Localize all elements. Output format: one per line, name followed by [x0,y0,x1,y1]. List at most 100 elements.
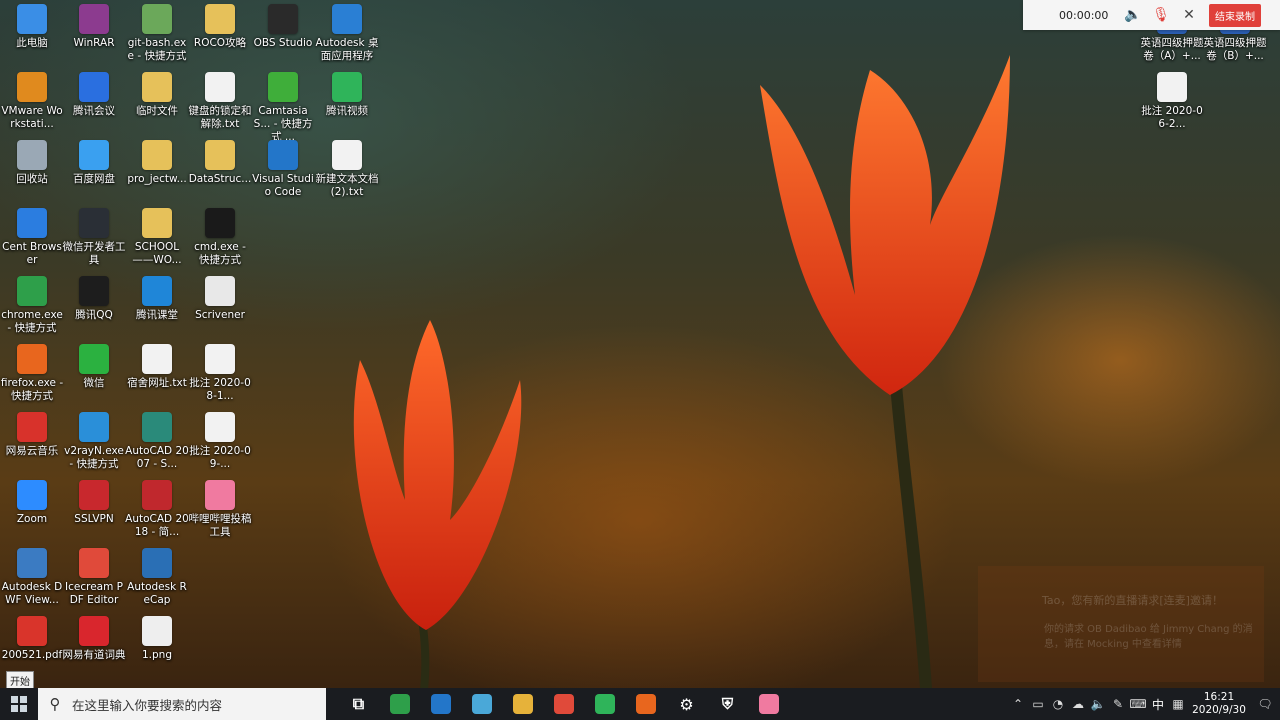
desktop-icon[interactable]: AutoCAD 2018 - 简... [125,480,189,539]
notification-toast[interactable]: Tao，您有新的直播请求[连麦]邀请！ 你的请求 OB Dadibao 给 Ji… [978,566,1264,682]
desktop-icon[interactable]: CamtasiaS... - 快捷方式 ... [251,72,315,144]
screen-recorder-bar: 00:00:00 🔈 🎙 ✕ 结束录制 [1023,0,1280,30]
desktop-icon[interactable]: Icecream PDF Editor [62,548,126,607]
firefox-icon [635,694,656,714]
desktop-icon[interactable]: 批注 2020-09-... [188,412,252,471]
shield-icon: ⛨ [717,694,738,714]
desktop-icon[interactable]: Visual Studio Code [251,140,315,199]
cent-browser-icon [17,208,47,238]
desktop-icon[interactable]: 腾讯QQ [62,276,126,322]
desktop-icon[interactable]: VMware Workstati... [0,72,64,131]
close-icon[interactable]: ✕ [1175,7,1203,23]
taskbar-app-cloud-app[interactable] [461,688,502,720]
volume-icon[interactable]: 🔈 [1088,697,1108,711]
desktop-icon[interactable]: AutoCAD 2007 - S... [125,412,189,471]
desktop-icon-label: 临时文件 [136,105,178,117]
desktop-icon-label: 微信 [83,377,105,389]
start-button[interactable] [0,688,38,720]
desktop-icon-label: 新建文本文档 (2).txt [315,173,379,198]
desktop-icon[interactable]: 微信开发者工具 [62,208,126,267]
speaker-icon[interactable]: 🔈 [1119,7,1147,23]
desktop-icon[interactable]: Scrivener [188,276,252,322]
wifi-icon[interactable]: ◔ [1048,697,1068,711]
notification-center-icon[interactable]: 🗨 [1250,697,1280,711]
desktop-icon-label: chrome.exe - 快捷方式 [1,309,63,334]
desktop-icon[interactable]: 网易云音乐 [0,412,64,458]
taskbar-app-firefox[interactable] [625,688,666,720]
desktop-icon[interactable]: 百度网盘 [62,140,126,186]
desktop-icon[interactable]: 腾讯会议 [62,72,126,118]
keyboard-icon[interactable]: ⌨ [1128,697,1148,711]
taskbar-app-shield[interactable]: ⛨ [707,688,748,720]
desktop-icon[interactable]: Autodesk 桌面应用程序 [315,4,379,63]
desktop-icon[interactable]: DataStruc... [188,140,252,186]
desktop-icon[interactable]: 200521.pdf [0,616,64,662]
desktop-icon[interactable]: pro_jectw... [125,140,189,186]
file-explorer-icon [512,694,533,714]
desktop-icon[interactable]: SCHOOL ——WO... [125,208,189,267]
winrar-icon [79,4,109,34]
desktop-icon[interactable]: 键盘的锁定和解除.txt [188,72,252,131]
desktop-icon[interactable]: OBS Studio [251,4,315,50]
desktop-icon[interactable]: 回收站 [0,140,64,186]
desktop-icon[interactable]: Zoom [0,480,64,526]
desktop-icon[interactable]: Cent Browser [0,208,64,267]
desktop-icon[interactable]: 临时文件 [125,72,189,118]
desktop-icon[interactable]: 腾讯课堂 [125,276,189,322]
desktop-icon-label: Autodesk ReCap [127,581,187,606]
tencent-video-icon [332,72,362,102]
desktop-icon[interactable]: 1.png [125,616,189,662]
clock[interactable]: 16:21 2020/9/30 [1188,691,1250,717]
desktop-icon[interactable]: 批注 2020-08-1... [188,344,252,403]
desktop-icon[interactable]: 哔哩哔哩投稿工具 [188,480,252,539]
desktop-icon-label: Visual Studio Code [252,173,314,198]
desktop-icon[interactable]: SSLVPN [62,480,126,526]
pen-icon[interactable]: ✎ [1108,697,1128,711]
desktop-icon[interactable]: 宿舍网址.txt [125,344,189,390]
taskbar-app-chrome[interactable] [379,688,420,720]
taskbar-app-settings[interactable]: ⚙ [666,688,707,720]
mic-muted-icon[interactable]: 🎙 [1147,7,1175,23]
desktop-icon[interactable]: 网易有道词典 [62,616,126,662]
desktop-icon[interactable]: WinRAR [62,4,126,50]
desktop-icon-label: CamtasiaS... - 快捷方式 ... [253,105,313,143]
desktop-icon[interactable]: Autodesk DWF View... [0,548,64,607]
folder-icon [205,4,235,34]
icecream-pdf-icon [79,548,109,578]
cmd-icon [205,208,235,238]
vscode-icon [268,140,298,170]
desktop-icon[interactable]: chrome.exe - 快捷方式 [0,276,64,335]
taskbar-app-pdf-editor[interactable] [543,688,584,720]
end-recording-button[interactable]: 结束录制 [1209,3,1261,27]
desktop-icon-label: 英语四级押题卷（B）+... [1203,37,1267,62]
autodesk-desktop-icon [332,4,362,34]
desktop-icon[interactable]: cmd.exe - 快捷方式 [188,208,252,267]
desktop-icon[interactable]: Autodesk ReCap [125,548,189,607]
taskbar-app-vscode[interactable] [420,688,461,720]
recycle-bin-icon [17,140,47,170]
desktop-icon-label: SSLVPN [74,513,114,525]
taskbar-app-task-view[interactable]: ⧉ [338,688,379,720]
input-mode-icon[interactable]: ▦ [1168,697,1188,711]
ime-indicator[interactable]: 中 [1148,696,1168,713]
desktop-icon[interactable]: firefox.exe - 快捷方式 [0,344,64,403]
desktop-icon[interactable]: 腾讯视频 [315,72,379,118]
desktop-icon[interactable]: 微信 [62,344,126,390]
taskbar: ⚲ 在这里输入你要搜索的内容 ⧉ ⚙ ⛨ ⌃ ▭ ◔ ☁ 🔈 ✎ ⌨ 中 ▦ 16:… [0,688,1280,720]
battery-icon[interactable]: ▭ [1028,697,1048,711]
chevron-up-icon[interactable]: ⌃ [1008,697,1028,711]
desktop-icon[interactable]: 新建文本文档 (2).txt [315,140,379,199]
desktop-icon[interactable]: git-bash.exe - 快捷方式 [125,4,189,63]
taskbar-search-box[interactable]: ⚲ 在这里输入你要搜索的内容 [38,688,326,720]
desktop-icon[interactable]: v2rayN.exe - 快捷方式 [62,412,126,471]
taskbar-app-bilibili[interactable] [748,688,789,720]
youdao-dict-icon [79,616,109,646]
desktop-icon[interactable]: ROCO攻略 [188,4,252,50]
cloud-tray-icon[interactable]: ☁ [1068,697,1088,711]
desktop-icon[interactable]: 批注 2020-06-2... [1140,72,1204,131]
taskbar-app-file-explorer[interactable] [502,688,543,720]
wechat-devtools-icon [79,208,109,238]
desktop-icon[interactable]: 此电脑 [0,4,64,50]
desktop-icon-label: 网易云音乐 [5,445,59,457]
taskbar-app-tencent-video[interactable] [584,688,625,720]
